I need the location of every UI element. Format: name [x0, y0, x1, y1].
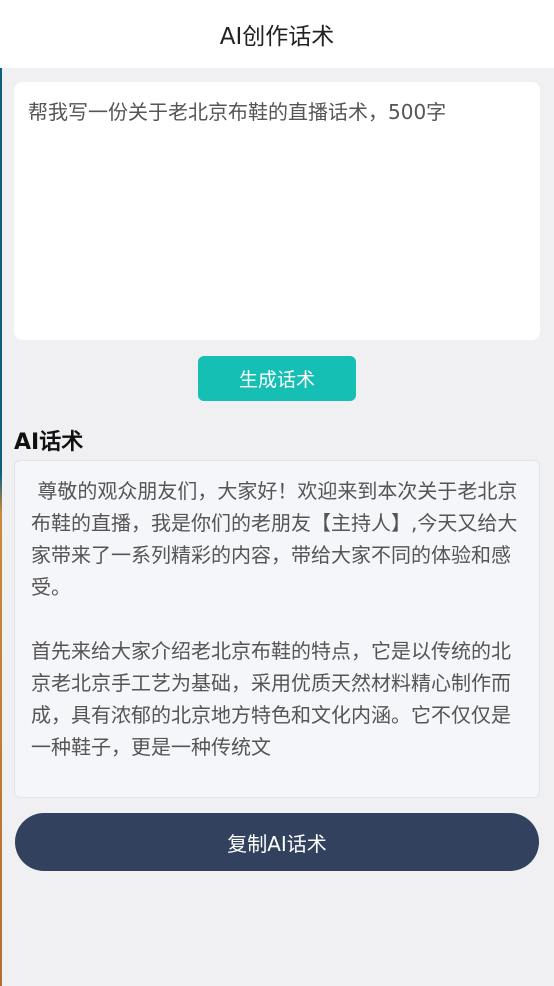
prompt-input[interactable]	[14, 82, 540, 340]
result-paragraph: 尊敬的观众朋友们，大家好！欢迎来到本次关于老北京布鞋的直播，我是你们的老朋友【主…	[31, 479, 518, 599]
page-title: AI创作话术	[219, 24, 335, 50]
copy-button[interactable]: 复制AI话术	[15, 813, 539, 871]
result-text-area[interactable]: 尊敬的观众朋友们，大家好！欢迎来到本次关于老北京布鞋的直播，我是你们的老朋友【主…	[14, 460, 540, 798]
generate-button[interactable]: 生成话术	[198, 356, 356, 401]
result-paragraph: 首先来给大家介绍老北京布鞋的特点，它是以传统的北京老北京手工艺为基础，采用优质天…	[31, 639, 511, 759]
app-header: AI创作话术	[0, 0, 554, 68]
result-section-title: AI话术	[14, 430, 84, 455]
left-edge-strip	[0, 0, 2, 986]
